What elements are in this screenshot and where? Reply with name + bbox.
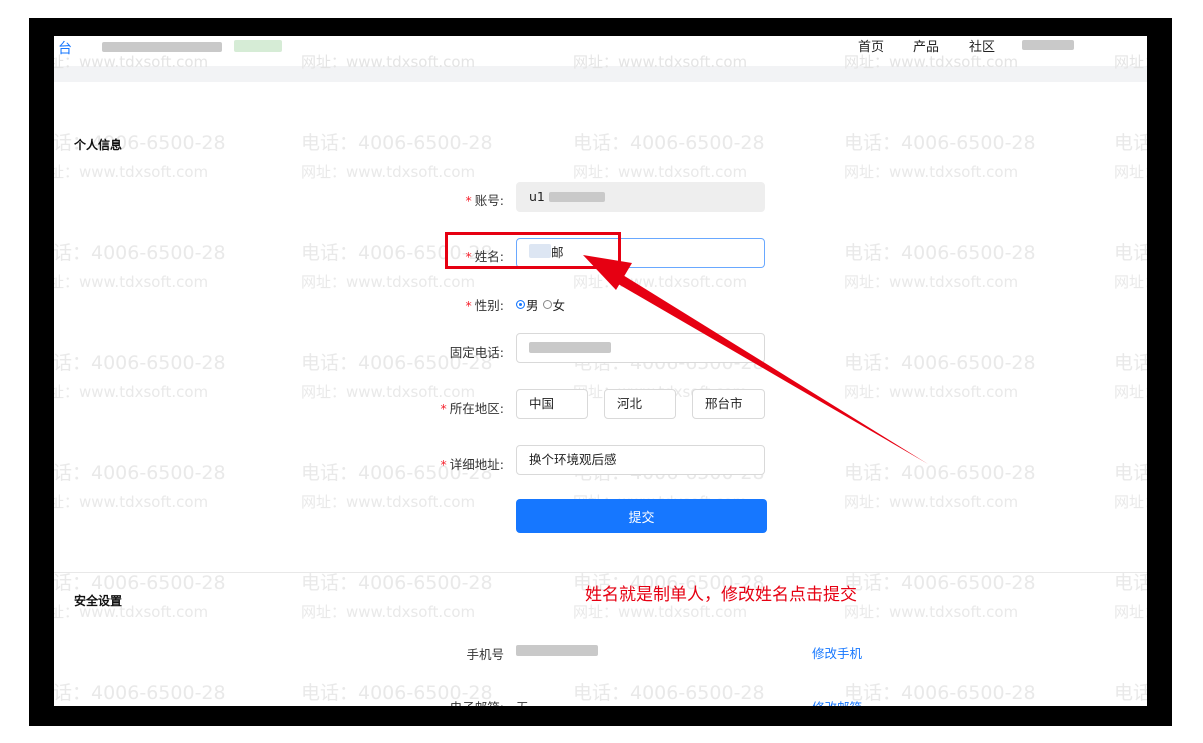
watermark-phone: 电话：4006-6500-28 bbox=[1114, 682, 1147, 704]
watermark-url: 网址：www.tdxsoft.com bbox=[1114, 163, 1147, 181]
account-field: u1 bbox=[516, 182, 765, 212]
brand-logo[interactable]: 台 bbox=[58, 38, 72, 58]
watermark-phone: 电话：4006-6500-28 bbox=[1114, 132, 1147, 154]
blurred-badge bbox=[234, 40, 282, 52]
watermark-phone: 电话：4006-6500-28 bbox=[1114, 462, 1147, 484]
nav-community[interactable]: 社区 bbox=[969, 36, 995, 55]
watermark-url: 网址：www.tdxsoft.com bbox=[54, 163, 209, 181]
watermark-url: 网址：www.tdxsoft.com bbox=[844, 383, 1019, 401]
watermark-phone: 电话：4006-6500-28 bbox=[1114, 352, 1147, 374]
watermark-phone: 电话：4006-6500-28 bbox=[844, 352, 1036, 374]
app-window: 电话：4006-6500-28 网址：www.tdxsoft.com 电话：4006… bbox=[54, 36, 1147, 706]
nav-products[interactable]: 产品 bbox=[913, 36, 939, 55]
gender-radio-group[interactable]: 男 女 bbox=[516, 295, 565, 314]
change-mobile-link[interactable]: 修改手机 bbox=[812, 643, 862, 662]
watermark-phone: 电话：4006-6500-28 bbox=[301, 132, 493, 154]
watermark-url: 网址：www.tdxsoft.com bbox=[1114, 383, 1147, 401]
watermark-phone: 电话：4006-6500-28 bbox=[844, 242, 1036, 264]
email-value: 无 bbox=[516, 697, 529, 706]
change-email-link[interactable]: 修改邮箱 bbox=[812, 697, 862, 706]
region-country-select[interactable]: 中国 bbox=[516, 389, 588, 419]
watermark-url: 网址：www.tdxsoft.com bbox=[301, 273, 476, 291]
blurred-phone bbox=[529, 342, 611, 353]
watermark-phone: 电话：4006-6500-28 bbox=[844, 132, 1036, 154]
watermark-url: 网址：www.tdxsoft.com bbox=[573, 273, 748, 291]
header-divider-band bbox=[54, 66, 1147, 82]
watermark-url: 网址：www.tdxsoft.com bbox=[54, 383, 209, 401]
watermark-url: 网址：www.tdxsoft.com bbox=[301, 163, 476, 181]
watermark-phone: 电话：4006-6500-28 bbox=[1114, 242, 1147, 264]
watermark-url: 网址：www.tdxsoft.com bbox=[844, 493, 1019, 511]
gender-female-label: 女 bbox=[552, 298, 566, 313]
watermark-url: 网址：www.tdxsoft.com bbox=[1114, 273, 1147, 291]
top-nav-bar: 台 首页 产品 社区 bbox=[54, 36, 1147, 66]
annotation-text: 姓名就是制单人，修改姓名点击提交 bbox=[585, 585, 857, 605]
watermark-phone: 电话：4006-6500-28 bbox=[844, 682, 1036, 704]
watermark-phone: 电话：4006-6500-28 bbox=[844, 462, 1036, 484]
watermark-url: 网址：www.tdxsoft.com bbox=[1114, 603, 1147, 621]
watermark-phone: 电话：4006-6500-28 bbox=[54, 462, 226, 484]
region-city-select[interactable]: 邢台市 bbox=[692, 389, 765, 419]
watermark-url: 网址：www.tdxsoft.com bbox=[573, 163, 748, 181]
blurred-account bbox=[548, 192, 605, 202]
watermark-phone: 电话：4006-6500-28 bbox=[54, 682, 226, 704]
watermark-url: 网址：www.tdxsoft.com bbox=[301, 603, 476, 621]
watermark-url: 网址：www.tdxsoft.com bbox=[1114, 493, 1147, 511]
address-label: * 详细地址: bbox=[440, 457, 504, 472]
gender-male-radio[interactable] bbox=[516, 300, 525, 309]
watermark-url: 网址：www.tdxsoft.com bbox=[54, 273, 209, 291]
fixed-phone-label: 固定电话: bbox=[449, 345, 504, 360]
watermark-url: 网址：www.tdxsoft.com bbox=[844, 163, 1019, 181]
fixed-phone-input[interactable] bbox=[516, 333, 765, 363]
email-label: 电子邮箱: bbox=[414, 697, 504, 706]
watermark-phone: 电话：4006-6500-28 bbox=[573, 682, 765, 704]
account-label: * 账号: bbox=[465, 193, 504, 208]
blurred-brand-text bbox=[102, 42, 222, 52]
submit-button[interactable]: 提交 bbox=[516, 499, 767, 533]
blurred-mobile bbox=[516, 645, 598, 656]
region-province-select[interactable]: 河北 bbox=[604, 389, 676, 419]
section-divider bbox=[54, 572, 1147, 573]
watermark-url: 网址：www.tdxsoft.com bbox=[301, 493, 476, 511]
gender-label: * 性别: bbox=[465, 298, 504, 313]
nav-home[interactable]: 首页 bbox=[858, 36, 884, 55]
watermark-phone: 电话：4006-6500-28 bbox=[54, 352, 226, 374]
watermark-url: 网址：www.tdxsoft.com bbox=[844, 273, 1019, 291]
address-input[interactable]: 换个环境观后感 bbox=[516, 445, 765, 475]
gender-female-radio[interactable] bbox=[542, 300, 552, 309]
section-title-profile: 个人信息 bbox=[74, 138, 123, 152]
gender-male-label: 男 bbox=[526, 298, 539, 313]
watermark-url: 网址：www.tdxsoft.com bbox=[54, 493, 209, 511]
annotation-highlight-box bbox=[445, 232, 621, 269]
section-title-security: 安全设置 bbox=[74, 594, 123, 608]
watermark-phone: 电话：4006-6500-28 bbox=[54, 242, 226, 264]
mobile-label: 手机号 bbox=[466, 647, 504, 662]
watermark-phone: 电话：4006-6500-28 bbox=[573, 132, 765, 154]
region-label: * 所在地区: bbox=[440, 401, 504, 416]
blurred-user-name bbox=[1022, 40, 1074, 50]
watermark-url: 网址：www.tdxsoft.com bbox=[844, 603, 1019, 621]
